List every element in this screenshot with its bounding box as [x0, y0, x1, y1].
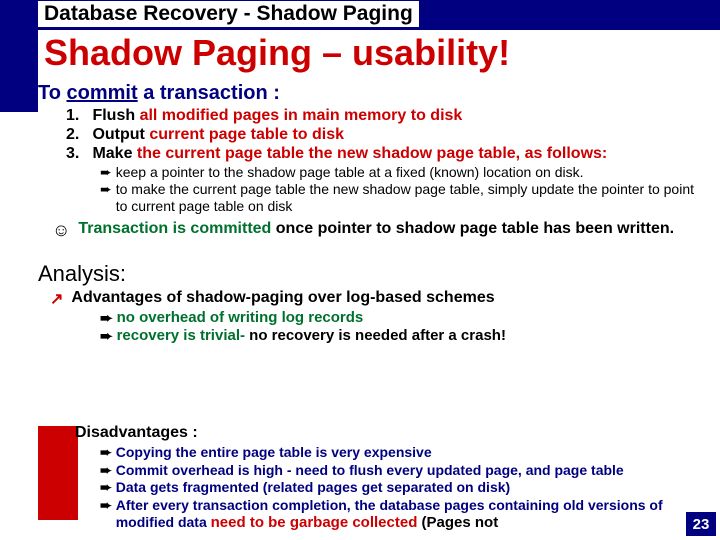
breadcrumb: Database Recovery - Shadow Paging [38, 1, 419, 27]
list-item: 1. Flush all modified pages in main memo… [66, 107, 708, 125]
arrow-icon: ➨ [100, 497, 112, 515]
arrow-icon: ➨ [100, 327, 113, 345]
list-item: 2. Output current page table to disk [66, 126, 708, 144]
page-number: 23 [686, 512, 716, 536]
list-item: ➨ Commit overhead is high - need to flus… [100, 462, 690, 480]
list-item: ➨ Copying the entire page table is very … [100, 444, 690, 462]
arrow-icon: ➨ [100, 462, 112, 480]
advantages-row: ↗ Advantages of shadow-paging over log-b… [38, 289, 708, 309]
content-area: To commit a transaction : 1. Flush all m… [38, 82, 708, 345]
commit-done: ☺ Transaction is committed once pointer … [52, 220, 708, 241]
header-side-band [0, 0, 38, 112]
page-title: Shadow Paging – usability! [38, 30, 516, 76]
arrow-icon: ➨ [100, 479, 112, 497]
list-item: 3. Make the current page table the new s… [66, 145, 708, 163]
up-arrow-icon: ↗ [50, 289, 63, 309]
commit-sub-list: ➨ keep a pointer to the shadow page tabl… [100, 164, 708, 214]
commit-steps-list: 1. Flush all modified pages in main memo… [66, 107, 708, 163]
disadvantages-row: Disadvantages : [75, 424, 198, 442]
analysis-body: ↗ Advantages of shadow-paging over log-b… [38, 289, 708, 345]
arrow-icon: ➨ [100, 309, 113, 327]
disadvantage-marker [38, 426, 78, 520]
commit-heading: To commit a transaction : [38, 82, 708, 105]
list-item: ➨ After every transaction completion, th… [100, 497, 690, 533]
advantages-sub-list: ➨ no overhead of writing log records ➨ r… [100, 309, 708, 345]
list-item: ➨ to make the current page table the new… [100, 181, 708, 215]
smile-icon: ☺ [52, 220, 70, 241]
list-item: ➨ no overhead of writing log records [100, 309, 708, 327]
analysis-heading: Analysis: [38, 261, 708, 287]
list-item: ➨ recovery is trivial- no recovery is ne… [100, 327, 708, 345]
arrow-icon: ➨ [100, 444, 112, 462]
arrow-icon: ➨ [100, 164, 112, 181]
arrow-icon: ➨ [100, 181, 112, 198]
disadvantages-sub-list: ➨ Copying the entire page table is very … [100, 444, 690, 533]
list-item: ➨ keep a pointer to the shadow page tabl… [100, 164, 708, 181]
list-item: ➨ Data gets fragmented (related pages ge… [100, 479, 690, 497]
